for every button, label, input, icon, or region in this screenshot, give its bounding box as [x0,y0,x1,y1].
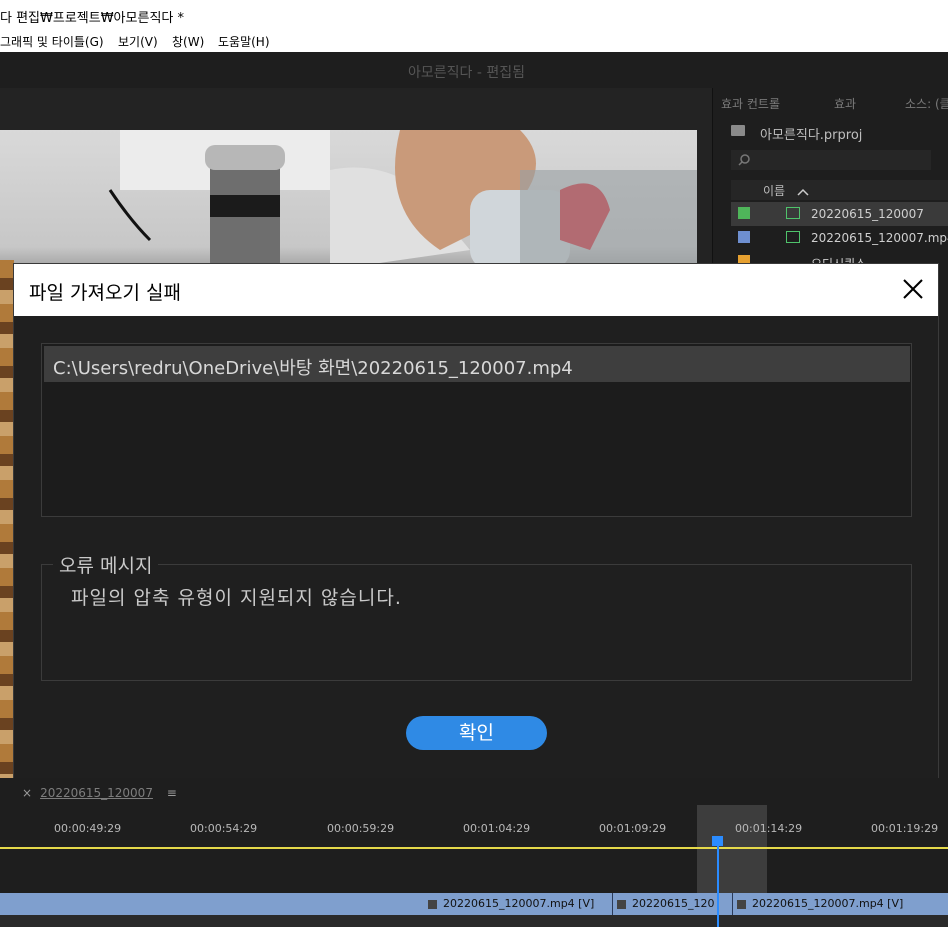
sequence-tab[interactable]: × 20220615_120007 ≡ [22,786,177,800]
menu-graphics-titles[interactable]: 그래픽 및 타이틀(G) [0,33,104,50]
tab-effects[interactable]: 효과 [834,95,856,112]
project-file-name: 아모른직다.prproj [760,128,863,143]
project-item-name: 20220615_120007.mp4 [811,231,948,245]
thumbnail-strip [0,260,14,780]
fx-badge-icon [428,899,437,909]
import-failed-dialog [13,263,939,779]
timecode-label: 00:01:04:29 [463,822,531,835]
close-button[interactable] [900,276,926,302]
project-item-video[interactable]: 20220615_120007.mp4 [731,226,948,250]
panel-edge [939,263,948,778]
timeline-ruler[interactable] [0,847,948,849]
failed-file-path: C:\Users\redru\OneDrive\바탕 화면\20220615_1… [53,358,573,379]
timecode-label: 00:00:54:29 [190,822,258,835]
timecode-label: 00:01:14:29 [735,822,803,835]
sort-ascending-icon [797,188,809,196]
window-title-bar: 다 편집₩프로젝트₩아모른직다 * [0,0,948,30]
color-label-swatch [738,207,750,219]
timecode-label: 00:01:09:29 [599,822,667,835]
project-search-input[interactable] [731,150,931,170]
playhead[interactable] [717,838,719,927]
dialog-title: 파일 가져오기 실패 [29,282,181,304]
menu-window[interactable]: 창(W) [172,33,204,50]
fx-badge-icon [737,899,746,909]
timecode-label: 00:00:49:29 [54,822,122,835]
ok-button[interactable]: 확인 [406,716,547,750]
menu-view[interactable]: 보기(V) [118,33,158,50]
dialog-title-bar: 파일 가져오기 실패 [14,264,938,316]
playhead-handle[interactable] [712,836,723,846]
panel-menu-icon[interactable]: ≡ [167,786,177,800]
sequence-tab-label: 20220615_120007 [40,786,153,800]
video-file-icon [786,231,800,243]
project-item-name: 20220615_120007 [811,207,924,221]
project-item-sequence[interactable]: 20220615_120007 [731,202,948,226]
timeline-clip[interactable]: 20220615_120 [612,893,721,915]
timeline-clip[interactable]: 20220615_120007.mp4 [V] [732,893,933,915]
tab-effect-controls[interactable]: 효과 컨트롤 [721,95,780,112]
column-header-label: 이름 [763,184,786,198]
color-label-swatch [738,231,750,243]
error-group-label: 오류 메시지 [53,551,159,578]
column-header-name[interactable]: 이름 [731,180,948,200]
failed-file-item[interactable]: C:\Users\redru\OneDrive\바탕 화면\20220615_1… [44,346,910,382]
folder-icon [731,125,745,136]
close-icon [903,279,923,299]
menu-bar: 그래픽 및 타이틀(G) 보기(V) 창(W) 도움말(H) [0,30,948,52]
error-message-text: 파일의 압축 유형이 지원되지 않습니다. [71,587,402,609]
timeline-clip[interactable]: 20220615_120007.mp4 [V] [424,893,604,915]
menu-help[interactable]: 도움말(H) [218,33,270,50]
close-icon[interactable]: × [22,786,32,800]
fx-badge-icon [617,899,626,909]
timecode-label: 00:01:19:29 [871,822,939,835]
timecode-label: 00:00:59:29 [327,822,395,835]
workspace-header: 아모른직다 - 편집됨 [0,52,948,88]
failed-file-list[interactable]: C:\Users\redru\OneDrive\바탕 화면\20220615_1… [41,343,912,517]
workspace-title: 아모른직다 - 편집됨 [408,65,525,81]
error-message-group [41,564,912,681]
audio-track[interactable] [0,915,948,927]
tab-source[interactable]: 소스: (클 [905,95,948,112]
window-title: 다 편집₩프로젝트₩아모른직다 * [0,11,184,26]
sequence-icon [786,207,800,219]
search-icon [738,154,750,166]
